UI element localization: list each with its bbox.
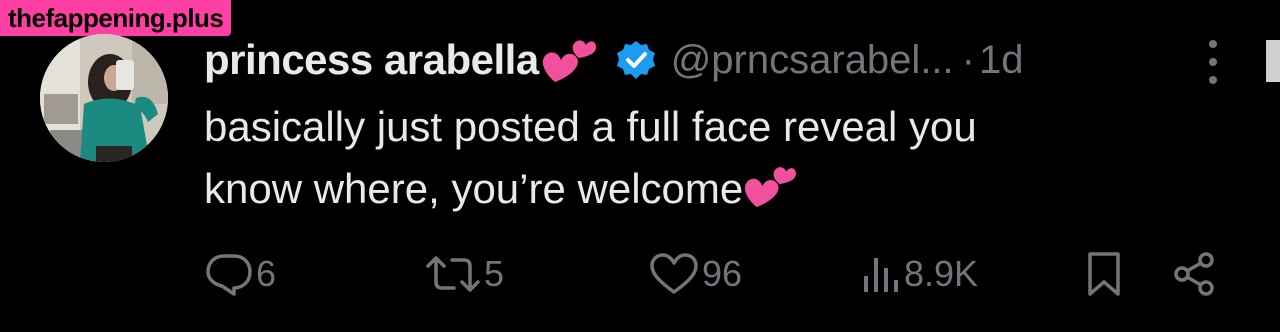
reply-count: 6 xyxy=(256,253,277,294)
tweet-header: princess arabella @prncsarabel... · 1d xyxy=(204,30,1240,90)
views-chart-icon xyxy=(864,258,898,292)
scrollbar[interactable] xyxy=(1266,40,1280,82)
display-name[interactable]: princess arabella xyxy=(204,36,539,84)
two-hearts-emoji-icon xyxy=(743,163,797,209)
tweet-text-line-2: know where, you’re welcome xyxy=(204,165,744,212)
more-options-icon[interactable] xyxy=(1198,40,1228,84)
more-dot xyxy=(1209,58,1217,66)
share-icon xyxy=(1174,252,1214,296)
share-button[interactable] xyxy=(1170,246,1218,302)
retweet-count: 5 xyxy=(484,253,505,294)
retweet-button[interactable]: 5 xyxy=(424,246,504,302)
reply-icon xyxy=(206,254,252,296)
heart-icon xyxy=(650,253,698,294)
bookmark-button[interactable] xyxy=(1084,246,1124,302)
views-button[interactable]: 8.9K xyxy=(858,246,978,302)
user-handle[interactable]: @prncsarabel... xyxy=(671,38,954,83)
bookmark-icon xyxy=(1088,252,1120,296)
tweet-text: basically just posted a full face reveal… xyxy=(204,96,1184,220)
header-separator: · xyxy=(961,37,975,82)
tweet-screenshot: thefappening.plus princess arabella @prn… xyxy=(0,0,1280,332)
watermark-label: thefappening.plus xyxy=(0,0,232,36)
avatar-photo xyxy=(40,34,168,162)
verified-badge-icon xyxy=(615,39,657,81)
tweet-body: princess arabella @prncsarabel... · 1d b… xyxy=(204,30,1240,220)
like-button[interactable]: 96 xyxy=(648,246,742,302)
more-dot xyxy=(1209,76,1217,84)
retweet-icon xyxy=(426,256,480,292)
like-count: 96 xyxy=(702,253,743,294)
reply-button[interactable]: 6 xyxy=(204,246,276,302)
more-dot xyxy=(1209,40,1217,48)
avatar[interactable] xyxy=(40,34,168,162)
timestamp[interactable]: 1d xyxy=(979,38,1024,83)
tweet-actions-bar: 6 5 96 8.9K xyxy=(204,246,1224,302)
two-hearts-emoji-icon xyxy=(541,36,597,84)
tweet-text-line-1: basically just posted a full face reveal… xyxy=(204,103,977,150)
views-count: 8.9K xyxy=(904,253,979,294)
